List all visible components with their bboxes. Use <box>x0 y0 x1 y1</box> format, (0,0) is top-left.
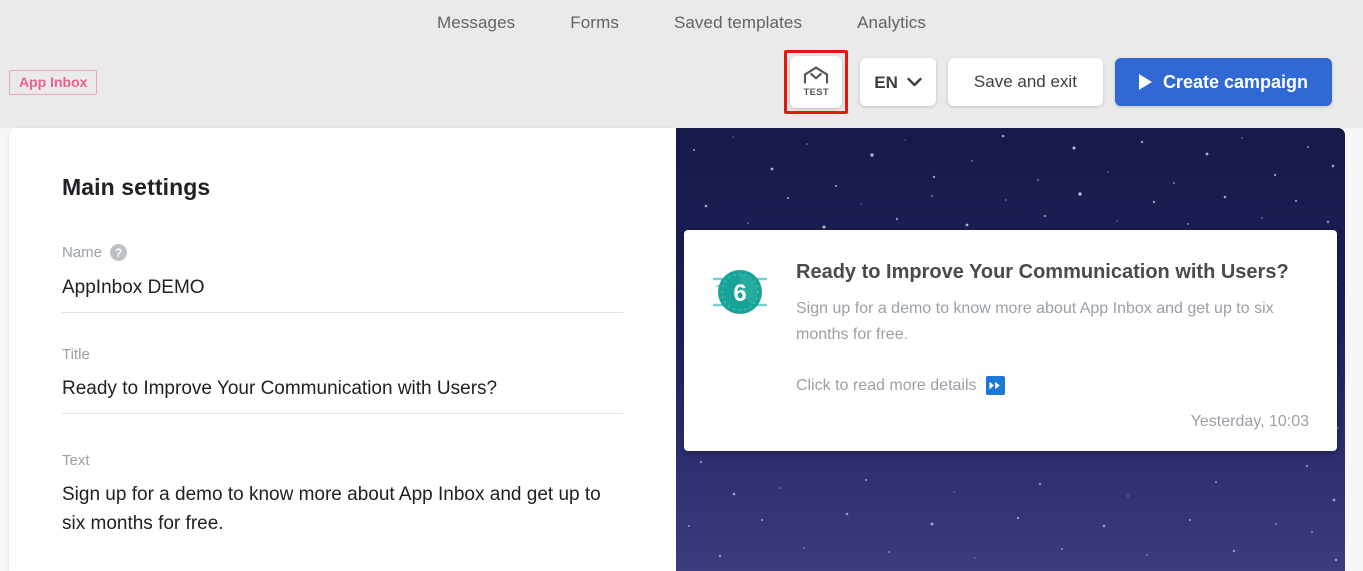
language-code-label: EN <box>874 72 898 92</box>
svg-text:6: 6 <box>733 280 746 307</box>
title-field-label: Title <box>62 346 90 363</box>
title-field-group: Title Ready to Improve Your Communicatio… <box>62 347 623 415</box>
notification-cta-label: Click to read more details <box>796 376 977 394</box>
create-campaign-label: Create campaign <box>1162 72 1308 92</box>
name-field-label-row: Name ? <box>62 244 623 261</box>
notification-preview-card[interactable]: 6 Ready to Improve Your Communication wi… <box>684 230 1337 452</box>
nav-tab-forms[interactable]: Forms <box>570 13 619 33</box>
test-button[interactable]: TEST <box>790 56 843 108</box>
text-field-label: Text <box>62 452 90 469</box>
language-selector[interactable]: EN <box>860 58 936 106</box>
question-mark-icon[interactable]: ? <box>110 244 128 261</box>
test-button-highlight: TEST <box>784 50 849 114</box>
app-inbox-badge: App Inbox <box>9 70 98 95</box>
title-input[interactable]: Ready to Improve Your Communication with… <box>62 374 623 415</box>
notification-text: Sign up for a demo to know more about Ap… <box>796 299 1274 343</box>
notification-cta[interactable]: Click to read more details <box>796 376 1309 396</box>
message-preview-panel: 6 Ready to Improve Your Communication wi… <box>676 128 1345 571</box>
main-content: Main settings Name ? AppInbox DEMO Title… <box>0 128 1363 571</box>
main-settings-panel: Main settings Name ? AppInbox DEMO Title… <box>9 128 676 571</box>
name-field-label: Name <box>62 244 103 261</box>
nav-tab-messages[interactable]: Messages <box>437 13 515 33</box>
text-field-group: Text Sign up for a demo to know more abo… <box>62 453 623 549</box>
fast-forward-icon <box>985 376 1005 396</box>
notification-title: Ready to Improve Your Communication with… <box>796 261 1289 283</box>
title-field-label-row: Title <box>62 347 623 362</box>
nav-tab-saved-templates[interactable]: Saved templates <box>674 13 802 33</box>
chevron-down-icon <box>907 75 922 90</box>
name-input[interactable]: AppInbox DEMO <box>62 273 623 314</box>
page-title: Main settings <box>62 174 211 200</box>
save-and-exit-button[interactable]: Save and exit <box>947 58 1103 106</box>
app-header: Messages Forms Saved templates Analytics… <box>0 0 1363 128</box>
header-actions: TEST EN Save and exit Create campaign <box>784 50 1332 114</box>
open-inbox-icon <box>803 66 829 87</box>
play-icon <box>1138 74 1152 90</box>
create-campaign-button[interactable]: Create campaign <box>1114 58 1332 106</box>
name-field-group: Name ? AppInbox DEMO <box>62 244 623 314</box>
clock-six-icon: 6 <box>712 264 768 320</box>
text-input[interactable]: Sign up for a demo to know more about Ap… <box>62 480 623 549</box>
main-navigation: Messages Forms Saved templates Analytics <box>0 0 1363 45</box>
text-field-label-row: Text <box>62 453 623 468</box>
notification-body: Ready to Improve Your Communication with… <box>796 260 1309 431</box>
test-button-label: TEST <box>803 87 830 99</box>
nav-tab-analytics[interactable]: Analytics <box>857 13 926 33</box>
notification-timestamp: Yesterday, 10:03 <box>1190 413 1309 431</box>
